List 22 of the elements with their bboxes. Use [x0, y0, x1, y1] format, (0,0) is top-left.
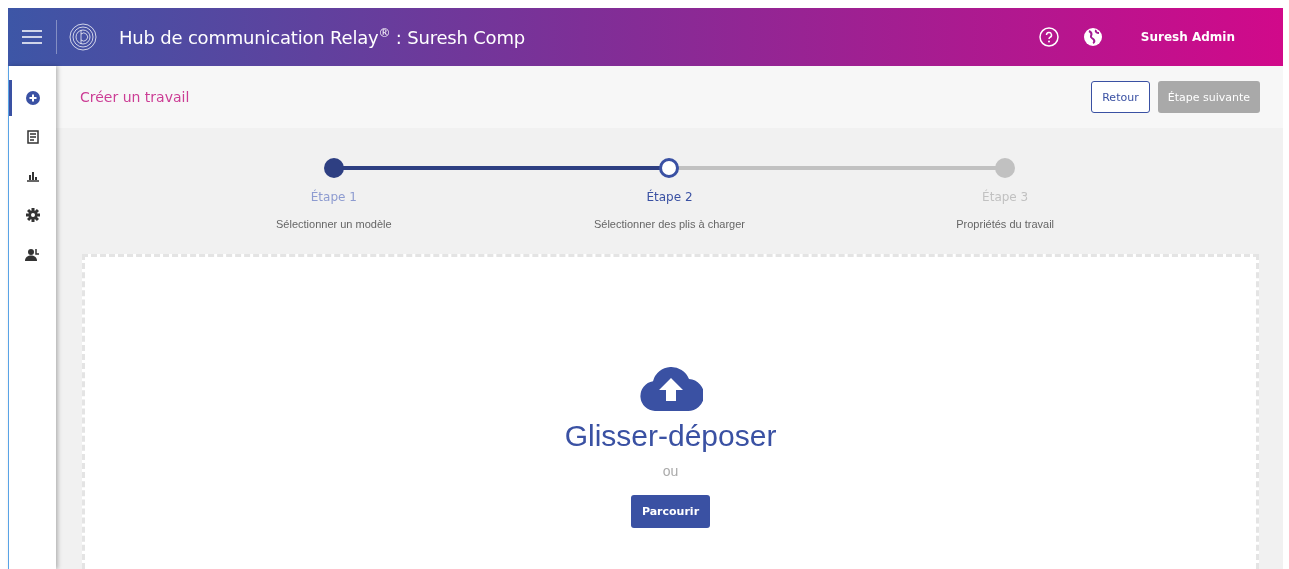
- app-title: Hub de communication Relay$^{®}$ : Suresh Comp: [119, 26, 525, 48]
- help-icon[interactable]: [1038, 27, 1059, 47]
- step-description: Sélectionner un modèle: [276, 218, 392, 230]
- globe-icon[interactable]: [1082, 27, 1103, 47]
- add-icon: [25, 91, 40, 105]
- menu-icon: [22, 30, 42, 44]
- drop-title: Glisser-déposer: [564, 419, 777, 453]
- or-separator: ou: [662, 463, 679, 479]
- browse-button[interactable]: Parcourir: [630, 495, 711, 528]
- back-button[interactable]: Retour: [1091, 81, 1150, 113]
- drop-zone[interactable]: Glisser-déposer ou Parcourir: [82, 254, 1259, 569]
- step-description: Sélectionner des plis à charger: [593, 218, 745, 230]
- logo-icon: [69, 23, 97, 51]
- bar-chart-icon: [25, 170, 40, 182]
- page-title: Créer un travail: [80, 89, 190, 105]
- step-description: Propriétés du travail: [956, 218, 1055, 230]
- users-icon: [25, 247, 40, 261]
- settings-icon: [25, 208, 40, 222]
- step-label: Étape 2: [646, 190, 693, 204]
- step-label: Étape 1: [310, 190, 357, 204]
- document-icon: [26, 130, 39, 144]
- user-name[interactable]: Suresh Admin: [1140, 30, 1235, 44]
